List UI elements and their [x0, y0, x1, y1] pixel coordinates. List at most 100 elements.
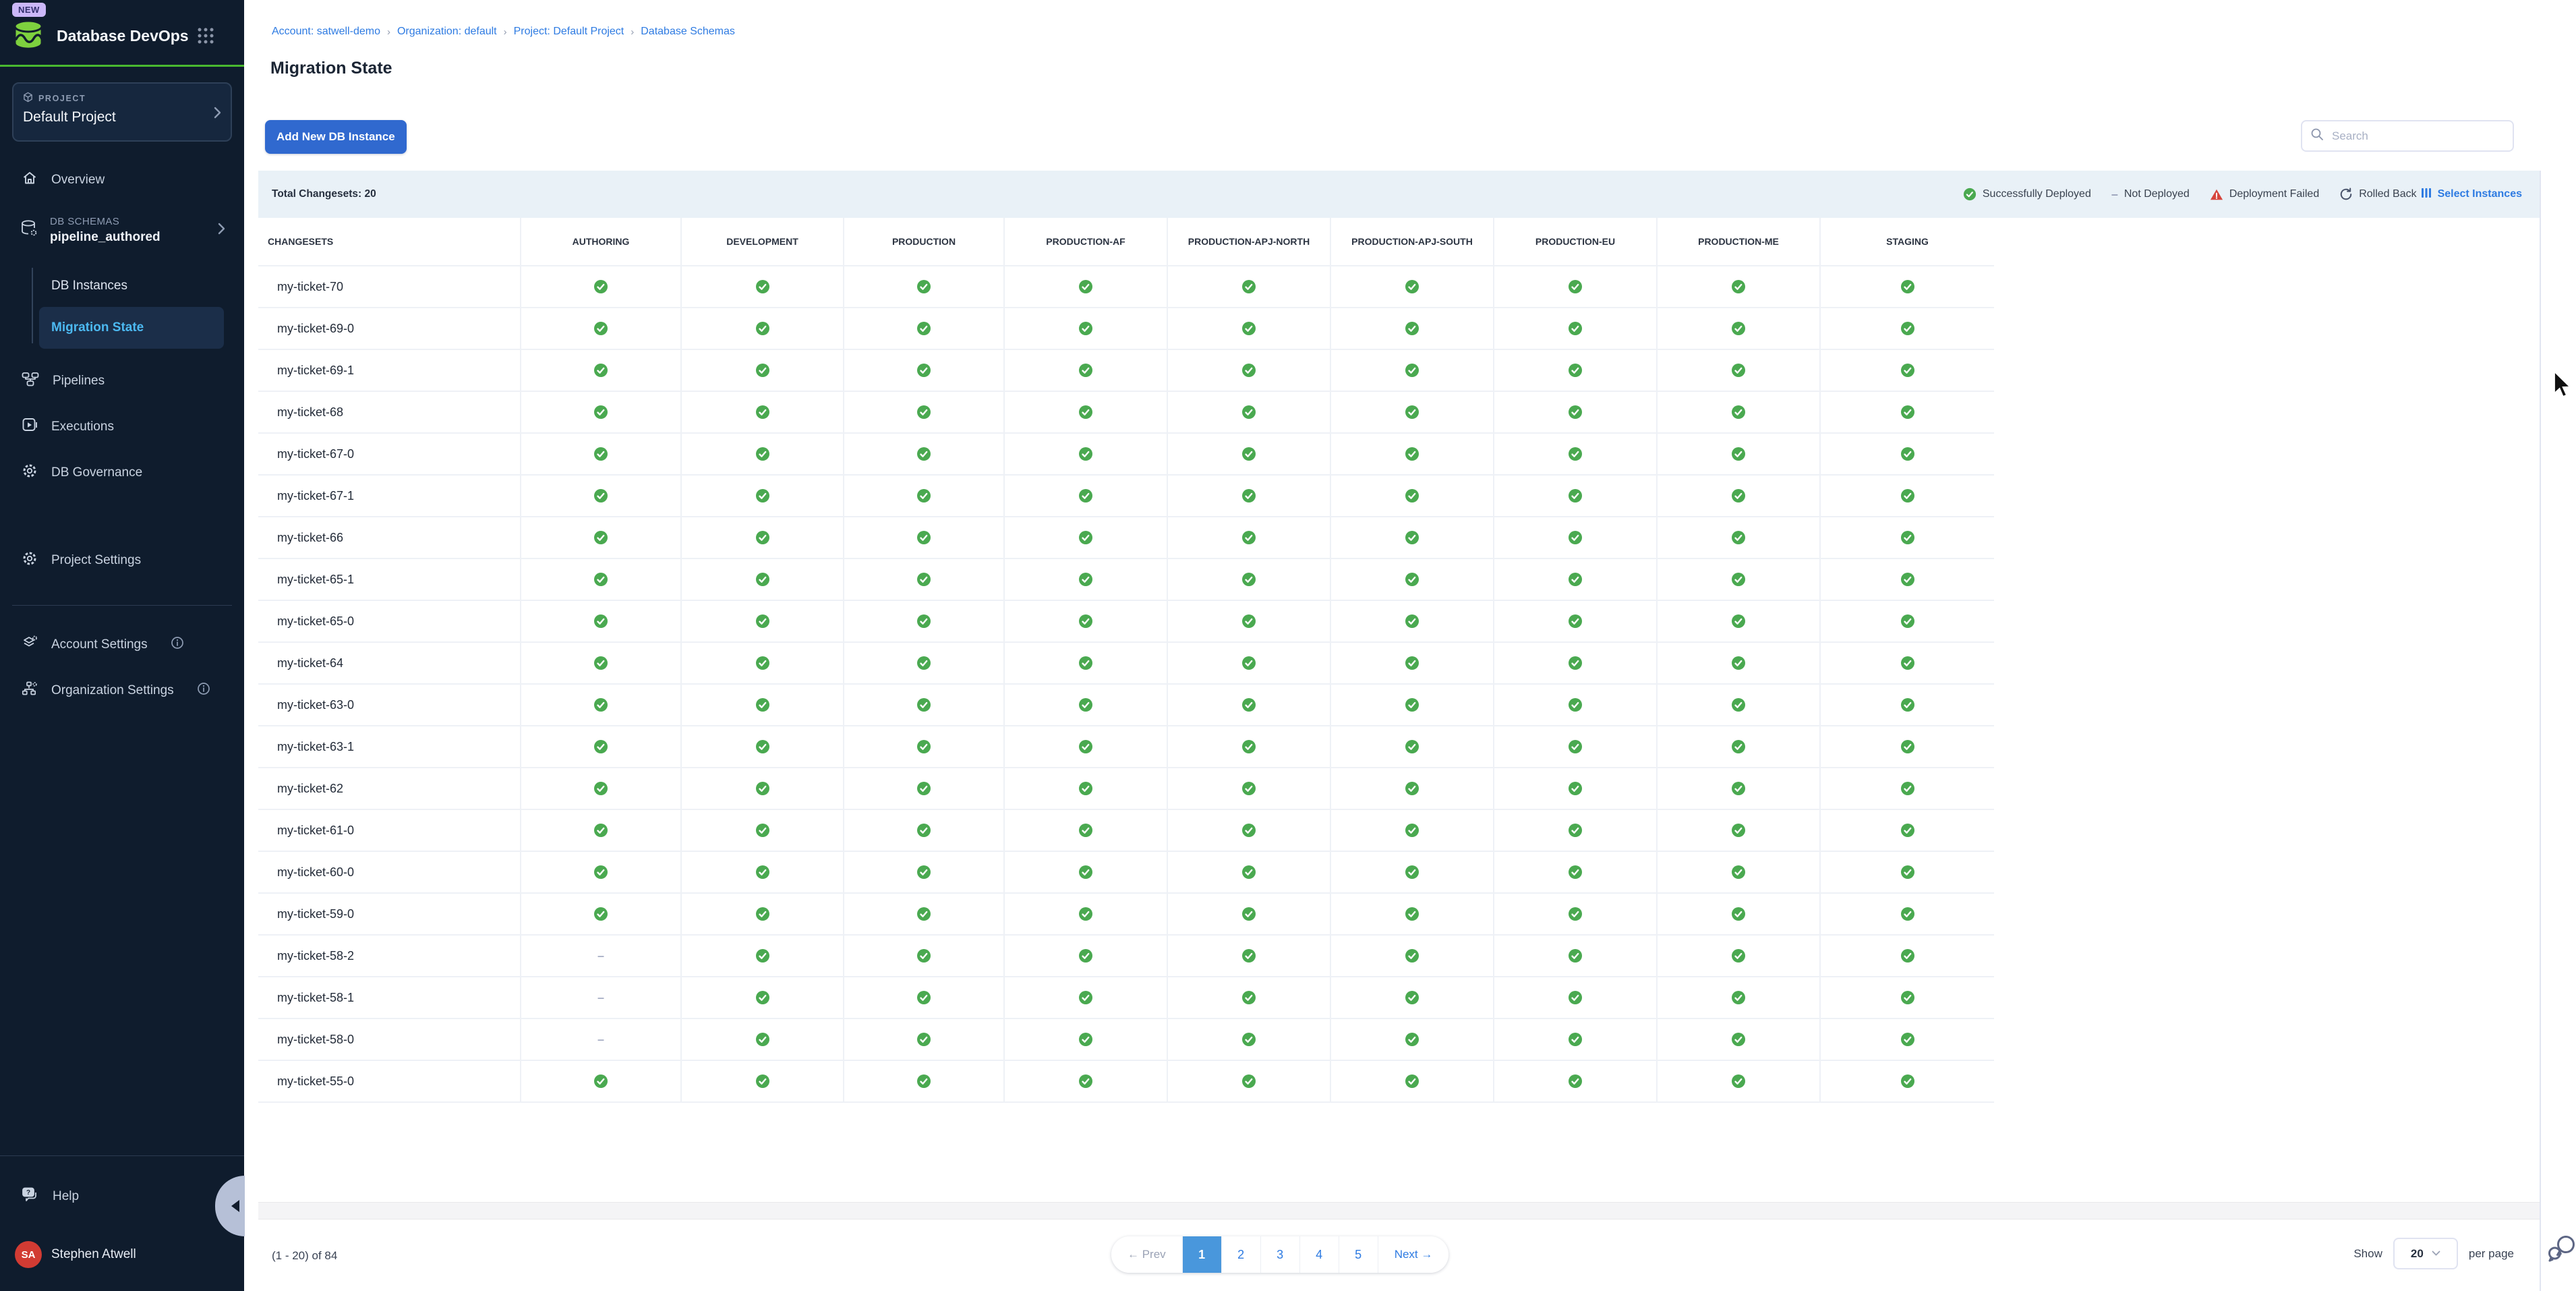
status-cell-success[interactable] [1494, 685, 1656, 725]
status-cell-success[interactable] [682, 517, 843, 558]
status-cell-success[interactable] [1005, 601, 1167, 641]
status-cell-success[interactable] [1331, 308, 1493, 349]
status-cell-success[interactable] [521, 852, 680, 892]
status-cell-success[interactable] [1494, 517, 1656, 558]
breadcrumb-project[interactable]: Project: Default Project [514, 26, 624, 38]
status-cell-success[interactable] [844, 685, 1003, 725]
project-switcher[interactable]: PROJECT Default Project [12, 82, 232, 142]
status-cell-success[interactable] [1331, 894, 1493, 934]
sidebar-item-overview[interactable]: Overview [0, 164, 244, 196]
status-cell-success[interactable] [1494, 350, 1656, 391]
status-cell-success[interactable] [1005, 476, 1167, 516]
status-cell-success[interactable] [1494, 1061, 1656, 1101]
breadcrumb-account[interactable]: Account: satwell-demo [272, 26, 380, 38]
status-cell-success[interactable] [844, 768, 1003, 809]
breadcrumb-organization[interactable]: Organization: default [397, 26, 497, 38]
horizontal-scrollbar[interactable] [258, 1202, 2540, 1220]
status-cell-success[interactable] [844, 601, 1003, 641]
status-cell-success[interactable] [1658, 768, 1819, 809]
status-cell-success[interactable] [1168, 726, 1330, 767]
sidebar-item-db-governance[interactable]: DB Governance [0, 457, 244, 489]
status-cell-success[interactable] [1821, 308, 1994, 349]
user-menu[interactable]: SA Stephen Atwell [15, 1241, 136, 1268]
status-cell-success[interactable] [1821, 936, 1994, 976]
status-cell-success[interactable] [844, 726, 1003, 767]
status-cell-success[interactable] [1658, 517, 1819, 558]
status-cell-success[interactable] [1658, 308, 1819, 349]
status-cell-success[interactable] [1005, 350, 1167, 391]
status-cell-success[interactable] [1331, 392, 1493, 432]
status-cell-success[interactable] [1494, 392, 1656, 432]
status-cell-success[interactable] [1331, 266, 1493, 307]
status-cell-success[interactable] [1494, 476, 1656, 516]
status-cell-success[interactable] [1005, 977, 1167, 1018]
status-cell-success[interactable] [1821, 350, 1994, 391]
status-cell-success[interactable] [1331, 768, 1493, 809]
status-cell-success[interactable] [1005, 894, 1167, 934]
status-cell-success[interactable] [1331, 476, 1493, 516]
status-cell-success[interactable] [521, 266, 680, 307]
status-cell-success[interactable] [1168, 350, 1330, 391]
status-cell-success[interactable] [1168, 768, 1330, 809]
status-cell-success[interactable] [1005, 852, 1167, 892]
page-button-2[interactable]: 2 [1222, 1236, 1261, 1273]
status-cell-success[interactable] [521, 392, 680, 432]
status-cell-success[interactable] [1658, 894, 1819, 934]
status-cell-success[interactable] [1331, 1061, 1493, 1101]
status-cell-success[interactable] [1658, 852, 1819, 892]
status-cell-success[interactable] [1005, 810, 1167, 851]
sidebar-item-organization-settings[interactable]: Organization Settings [0, 675, 244, 707]
status-cell-success[interactable] [844, 977, 1003, 1018]
status-cell-success[interactable] [1494, 559, 1656, 600]
status-cell-success[interactable] [1658, 1019, 1819, 1060]
status-cell-success[interactable] [682, 350, 843, 391]
status-cell-success[interactable] [1005, 1019, 1167, 1060]
status-cell-success[interactable] [1168, 601, 1330, 641]
status-cell-success[interactable] [1658, 601, 1819, 641]
status-cell-success[interactable] [1168, 643, 1330, 683]
status-cell-success[interactable] [521, 350, 680, 391]
status-cell-success[interactable] [844, 1061, 1003, 1101]
status-cell-success[interactable] [521, 810, 680, 851]
status-cell-success[interactable] [1821, 685, 1994, 725]
status-cell-success[interactable] [682, 643, 843, 683]
status-cell-success[interactable] [1821, 810, 1994, 851]
status-cell-success[interactable] [844, 852, 1003, 892]
status-cell-success[interactable] [844, 308, 1003, 349]
status-cell-success[interactable] [1005, 559, 1167, 600]
status-cell-success[interactable] [1821, 726, 1994, 767]
status-cell-success[interactable] [1168, 685, 1330, 725]
status-cell-success[interactable] [1821, 852, 1994, 892]
status-cell-success[interactable] [1331, 936, 1493, 976]
page-button-4[interactable]: 4 [1300, 1236, 1339, 1273]
status-cell-success[interactable] [1494, 936, 1656, 976]
status-cell-not-deployed[interactable]: – [521, 1019, 680, 1060]
status-cell-success[interactable] [1168, 1061, 1330, 1101]
status-cell-success[interactable] [682, 726, 843, 767]
status-cell-success[interactable] [1494, 768, 1656, 809]
status-cell-success[interactable] [682, 685, 843, 725]
status-cell-success[interactable] [521, 308, 680, 349]
sidebar-item-project-settings[interactable]: Project Settings [0, 544, 244, 577]
status-cell-success[interactable] [844, 476, 1003, 516]
status-cell-success[interactable] [1821, 434, 1994, 474]
status-cell-success[interactable] [1821, 392, 1994, 432]
status-cell-success[interactable] [1005, 308, 1167, 349]
status-cell-success[interactable] [1658, 434, 1819, 474]
status-cell-success[interactable] [1331, 852, 1493, 892]
status-cell-success[interactable] [682, 392, 843, 432]
status-cell-success[interactable] [1005, 768, 1167, 809]
status-cell-success[interactable] [1331, 685, 1493, 725]
status-cell-success[interactable] [844, 434, 1003, 474]
status-cell-success[interactable] [1168, 308, 1330, 349]
status-cell-success[interactable] [1494, 308, 1656, 349]
status-cell-success[interactable] [844, 350, 1003, 391]
status-cell-success[interactable] [1168, 977, 1330, 1018]
status-cell-success[interactable] [1168, 894, 1330, 934]
status-cell-success[interactable] [521, 685, 680, 725]
status-cell-success[interactable] [1658, 1061, 1819, 1101]
status-cell-success[interactable] [1168, 266, 1330, 307]
page-size-select[interactable]: 20 [2393, 1238, 2458, 1269]
info-icon[interactable] [171, 636, 184, 654]
status-cell-success[interactable] [521, 768, 680, 809]
